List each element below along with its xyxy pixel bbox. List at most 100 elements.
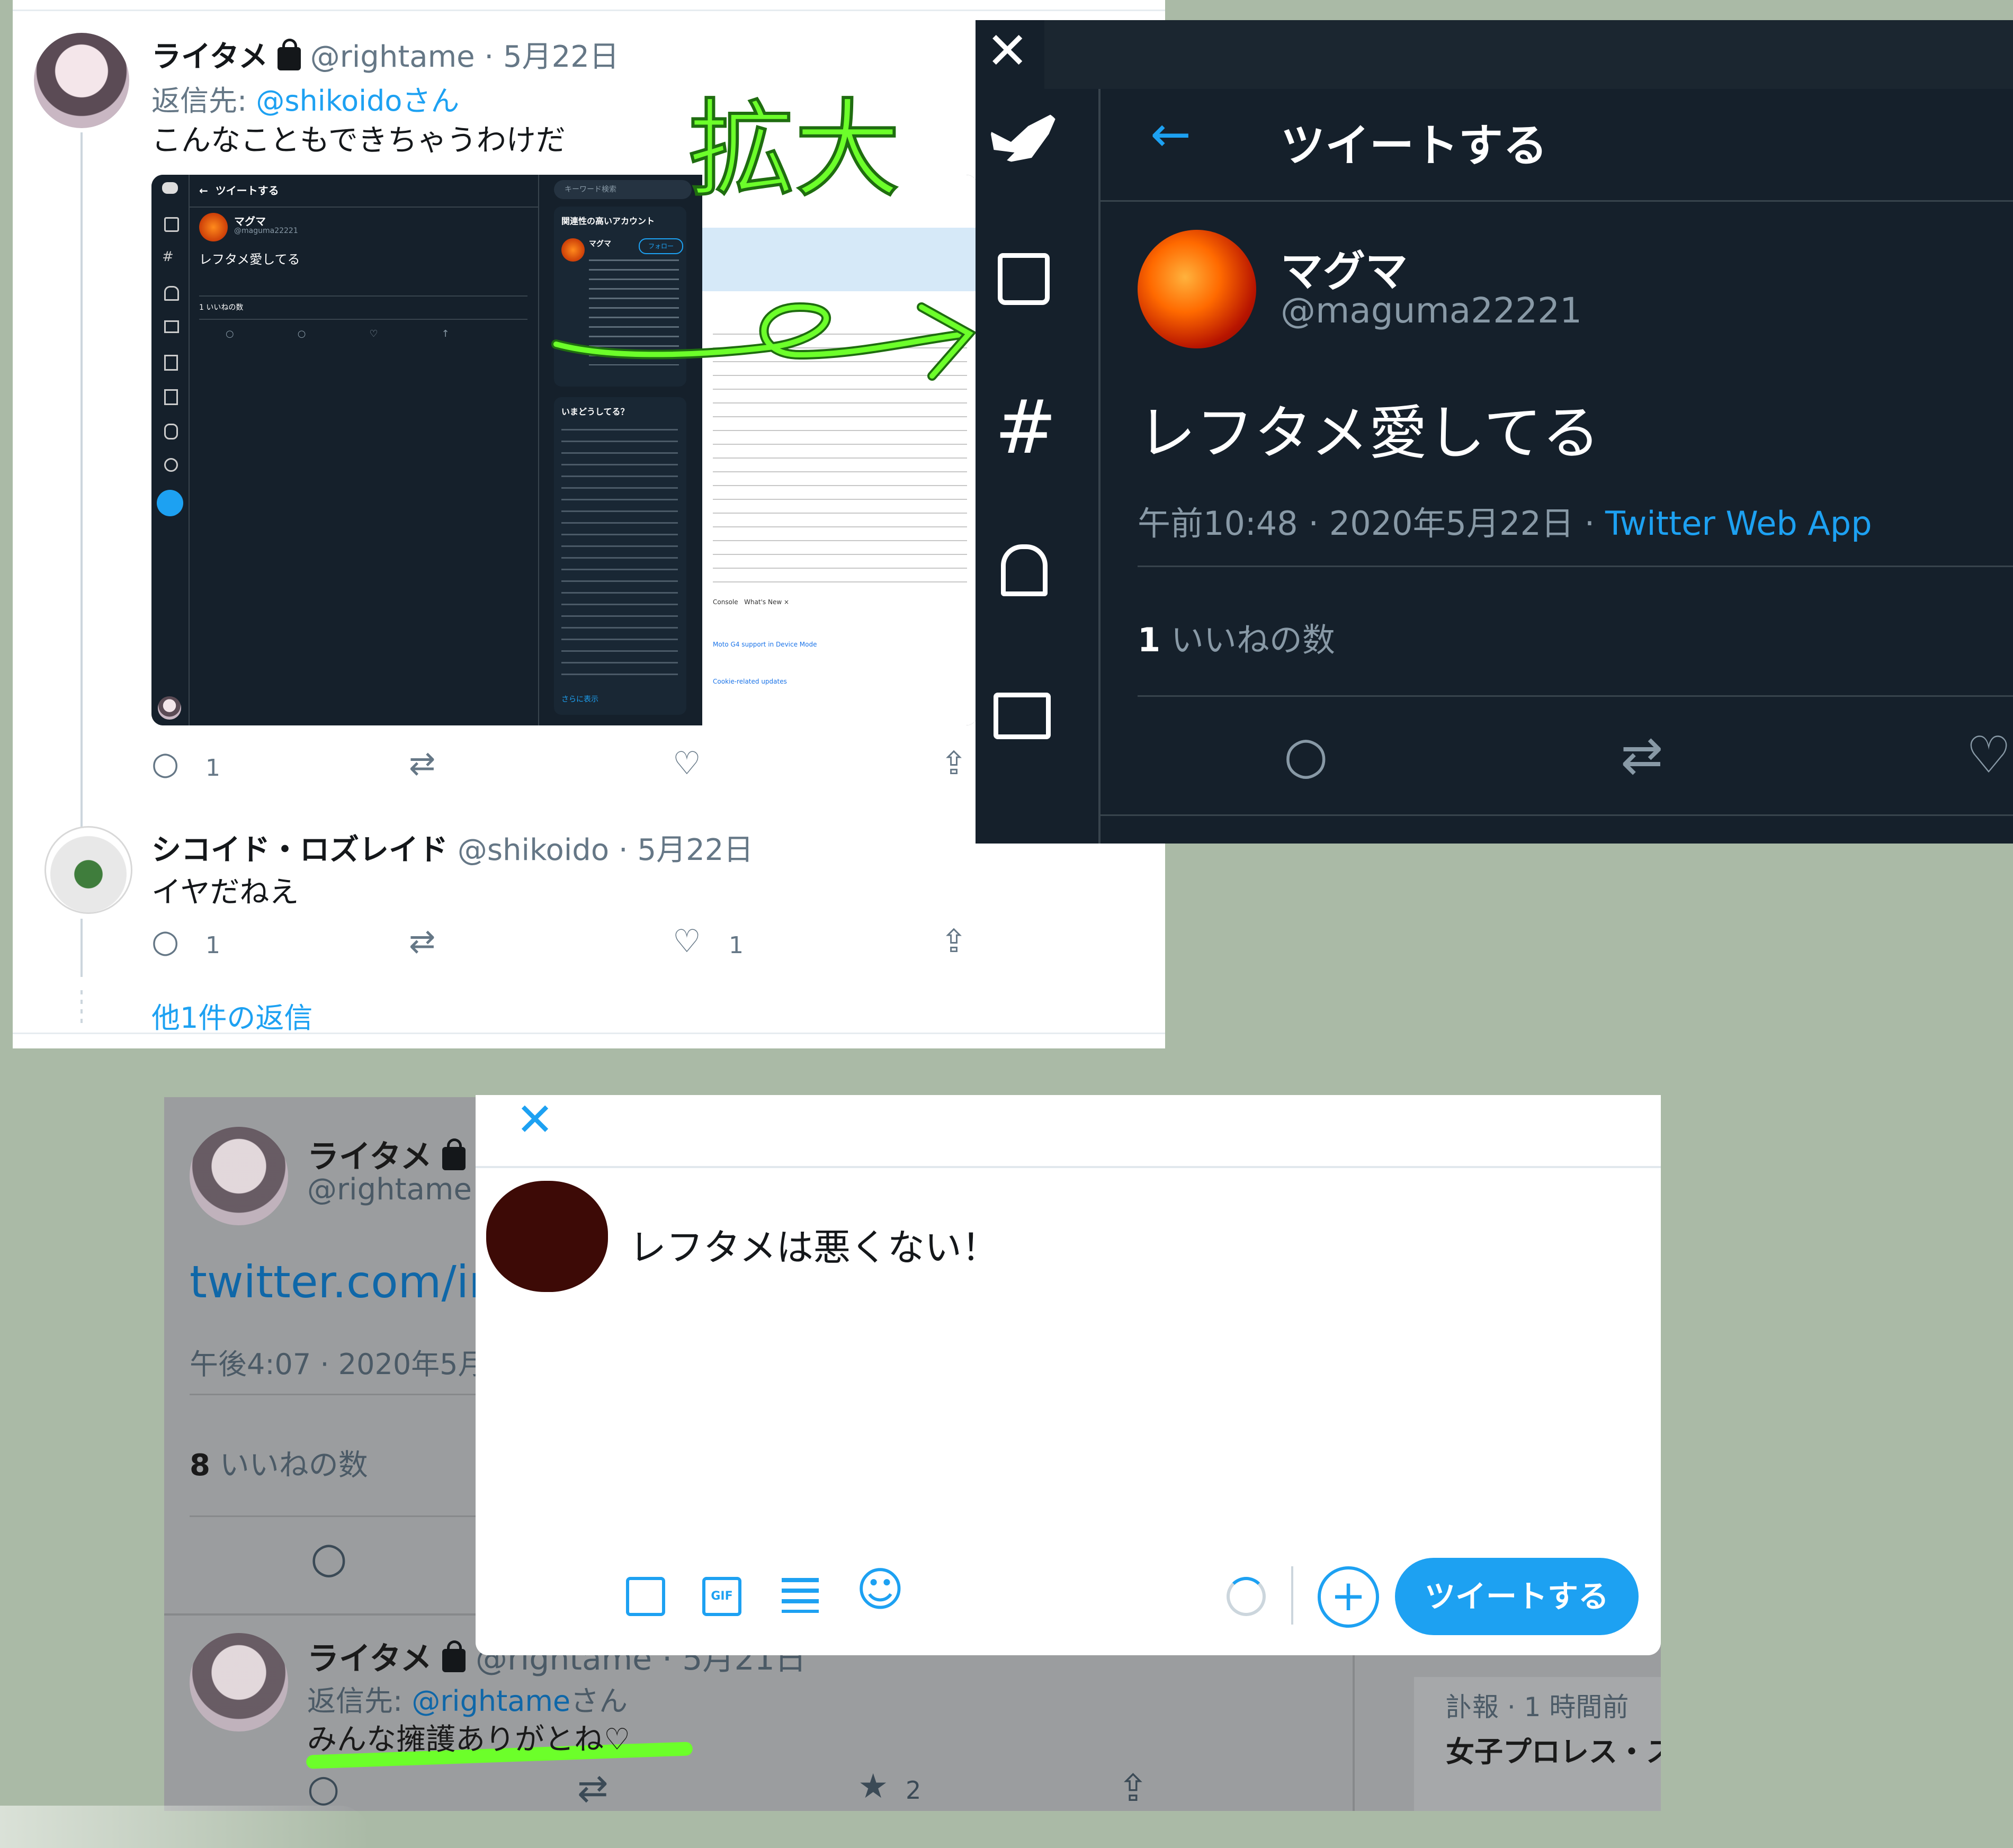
timestamp[interactable]: 午前10:48 · 2020年5月22日 · bbox=[1138, 504, 1605, 543]
tweet-link[interactable]: twitter.com/in bbox=[190, 1256, 497, 1308]
hashtag-icon[interactable]: # bbox=[995, 391, 1057, 465]
divider bbox=[13, 10, 1165, 11]
share-icon[interactable]: ⇪ bbox=[1117, 1770, 1149, 1807]
avatar[interactable] bbox=[190, 1127, 288, 1225]
like-icon[interactable]: ♡ bbox=[673, 926, 701, 957]
mini-handle: @maguma22221 bbox=[234, 227, 298, 235]
emoji-icon[interactable]: ☺ bbox=[856, 1566, 905, 1613]
reply-count: 1 bbox=[205, 932, 220, 959]
likes-count: 1 bbox=[1138, 621, 1161, 659]
home-icon bbox=[164, 217, 179, 232]
compose-modal: ✕ レフタメは悪くない！ GIF ☺ + ツイートする bbox=[476, 1095, 1661, 1655]
image-icon[interactable] bbox=[626, 1577, 665, 1616]
tweet-text: みんな擁護ありがとね♡ bbox=[307, 1723, 631, 1757]
star-icon[interactable]: ★ bbox=[858, 1770, 888, 1804]
retweet-icon[interactable]: ⇄ bbox=[409, 748, 435, 779]
trend-meta: 訃報 · 1 時間前 bbox=[1446, 1692, 1629, 1723]
add-tweet-icon[interactable]: + bbox=[1318, 1566, 1379, 1628]
avatar[interactable] bbox=[34, 33, 129, 128]
user-handle[interactable]: @maguma22221 bbox=[1281, 290, 1582, 331]
tweet-text: イヤだねえ bbox=[151, 875, 299, 910]
thread-line bbox=[80, 919, 83, 977]
mail-icon bbox=[164, 320, 179, 333]
mini-sidebar: # bbox=[151, 175, 190, 725]
user-name[interactable]: ライタメ bbox=[307, 1640, 432, 1677]
reply-icon[interactable]: ○ bbox=[307, 1770, 339, 1807]
retweet-icon[interactable]: ⇄ bbox=[1621, 730, 1663, 781]
retweet-icon[interactable]: ⇄ bbox=[577, 1770, 609, 1807]
page-title: ツイートする bbox=[1281, 120, 1548, 172]
devtools-tabs: Console What's New × bbox=[713, 598, 789, 606]
reply-prefix: 返信先: bbox=[151, 84, 256, 118]
reply-prefix: 返信先: bbox=[307, 1684, 412, 1718]
avatar-redacted[interactable] bbox=[486, 1181, 608, 1292]
poll-icon[interactable] bbox=[782, 1578, 819, 1613]
avatar[interactable] bbox=[1138, 230, 1256, 348]
divider bbox=[1138, 695, 2013, 697]
reply-icon[interactable]: ○ bbox=[310, 1537, 347, 1579]
user-name[interactable]: ライタメ bbox=[307, 1138, 432, 1176]
like-icon[interactable]: ♡ bbox=[673, 748, 701, 779]
close-icon[interactable]: ✕ bbox=[986, 25, 1028, 76]
reply-to: 返信先: @rightameさん bbox=[307, 1677, 628, 1719]
back-arrow-icon[interactable]: ← bbox=[1150, 110, 1191, 159]
hashtag-icon: # bbox=[162, 249, 174, 265]
handle-date[interactable]: @rightame · 5月22日 bbox=[310, 40, 619, 74]
user-name[interactable]: ライタメ bbox=[151, 40, 268, 74]
divider bbox=[1098, 89, 1101, 844]
compose-tweet-icon bbox=[157, 490, 183, 516]
tweet-header: シコイド・ロズレイド @shikoido · 5月22日 bbox=[151, 826, 753, 869]
reply-suffix: さん bbox=[570, 1684, 628, 1718]
mail-icon[interactable] bbox=[994, 693, 1051, 739]
share-icon[interactable]: ⇪ bbox=[941, 748, 967, 779]
arrow-annotation bbox=[551, 302, 977, 381]
divider bbox=[199, 295, 527, 297]
compose-textarea[interactable]: レフタメは悪くない！ bbox=[629, 1218, 999, 1271]
reply-icon[interactable]: ○ bbox=[1284, 730, 1328, 781]
mini-trends-title: いまどうしてる？ bbox=[561, 407, 629, 417]
mini-avatar-magma bbox=[199, 213, 228, 241]
reply-to: 返信先: @shikoidoさん bbox=[151, 77, 459, 119]
more-icon bbox=[164, 458, 178, 472]
close-icon[interactable]: ✕ bbox=[516, 1095, 554, 1145]
user-name[interactable]: シコイド・ロズレイド bbox=[151, 833, 448, 867]
reply-icon[interactable]: ○ bbox=[151, 926, 179, 957]
reply-target-link[interactable]: @rightame bbox=[411, 1684, 570, 1718]
like-icon[interactable]: ♡ bbox=[1966, 730, 2011, 781]
avatar[interactable] bbox=[44, 826, 132, 914]
user-handle[interactable]: @rightame bbox=[307, 1172, 472, 1207]
profile-icon bbox=[164, 424, 178, 439]
trend-title[interactable]: 女子プロレス・ス bbox=[1446, 1728, 1661, 1770]
tweet-button[interactable]: ツイートする bbox=[1395, 1558, 1639, 1635]
mini-likes: 1 いいねの数 bbox=[199, 303, 244, 312]
retweet-icon[interactable]: ⇄ bbox=[409, 926, 435, 957]
reply-icon[interactable]: ○ bbox=[151, 748, 179, 779]
attached-screenshot[interactable]: # ← ツイートする マグマ @maguma22221 レフタメ愛してる 1 い… bbox=[151, 175, 978, 725]
reply-target-link[interactable]: @shikoido bbox=[256, 84, 402, 118]
mini-devtools: Console What's New × Moto G4 support in … bbox=[702, 175, 978, 725]
likes-row[interactable]: 1 いいねの数 bbox=[1138, 613, 1335, 661]
user-name[interactable]: マグマ bbox=[1281, 237, 1408, 299]
more-replies-link[interactable]: 他1件の返信 bbox=[151, 994, 312, 1036]
thread-line bbox=[80, 132, 83, 842]
mini-show-more: さらに表示 bbox=[561, 695, 598, 704]
twitter-bird-icon[interactable] bbox=[990, 110, 1059, 163]
star-count: 2 bbox=[906, 1776, 921, 1805]
bell-icon[interactable] bbox=[1001, 544, 1048, 596]
avatar[interactable] bbox=[190, 1633, 288, 1732]
divider bbox=[190, 1394, 507, 1395]
share-icon[interactable]: ⇪ bbox=[941, 926, 967, 957]
tweet-text: レフタメ愛してる bbox=[1138, 399, 1600, 467]
mini-tweet-text: レフタメ愛してる bbox=[199, 252, 300, 267]
gif-icon[interactable]: GIF bbox=[702, 1577, 741, 1616]
likes-row[interactable]: 8 いいねの数 bbox=[190, 1441, 368, 1484]
mini-trends-card: いまどうしてる？ さらに表示 bbox=[554, 397, 686, 715]
timestamp[interactable]: 午後4:07 · 2020年5月2 bbox=[190, 1341, 505, 1383]
mini-search: キーワード検索 bbox=[554, 180, 692, 199]
mini-avatar bbox=[158, 696, 181, 720]
source-link[interactable]: Twitter Web App bbox=[1605, 504, 1872, 543]
handle-date[interactable]: @shikoido · 5月22日 bbox=[458, 833, 754, 867]
list-icon bbox=[164, 389, 178, 405]
home-icon[interactable] bbox=[998, 253, 1050, 305]
divider bbox=[476, 1166, 1661, 1168]
